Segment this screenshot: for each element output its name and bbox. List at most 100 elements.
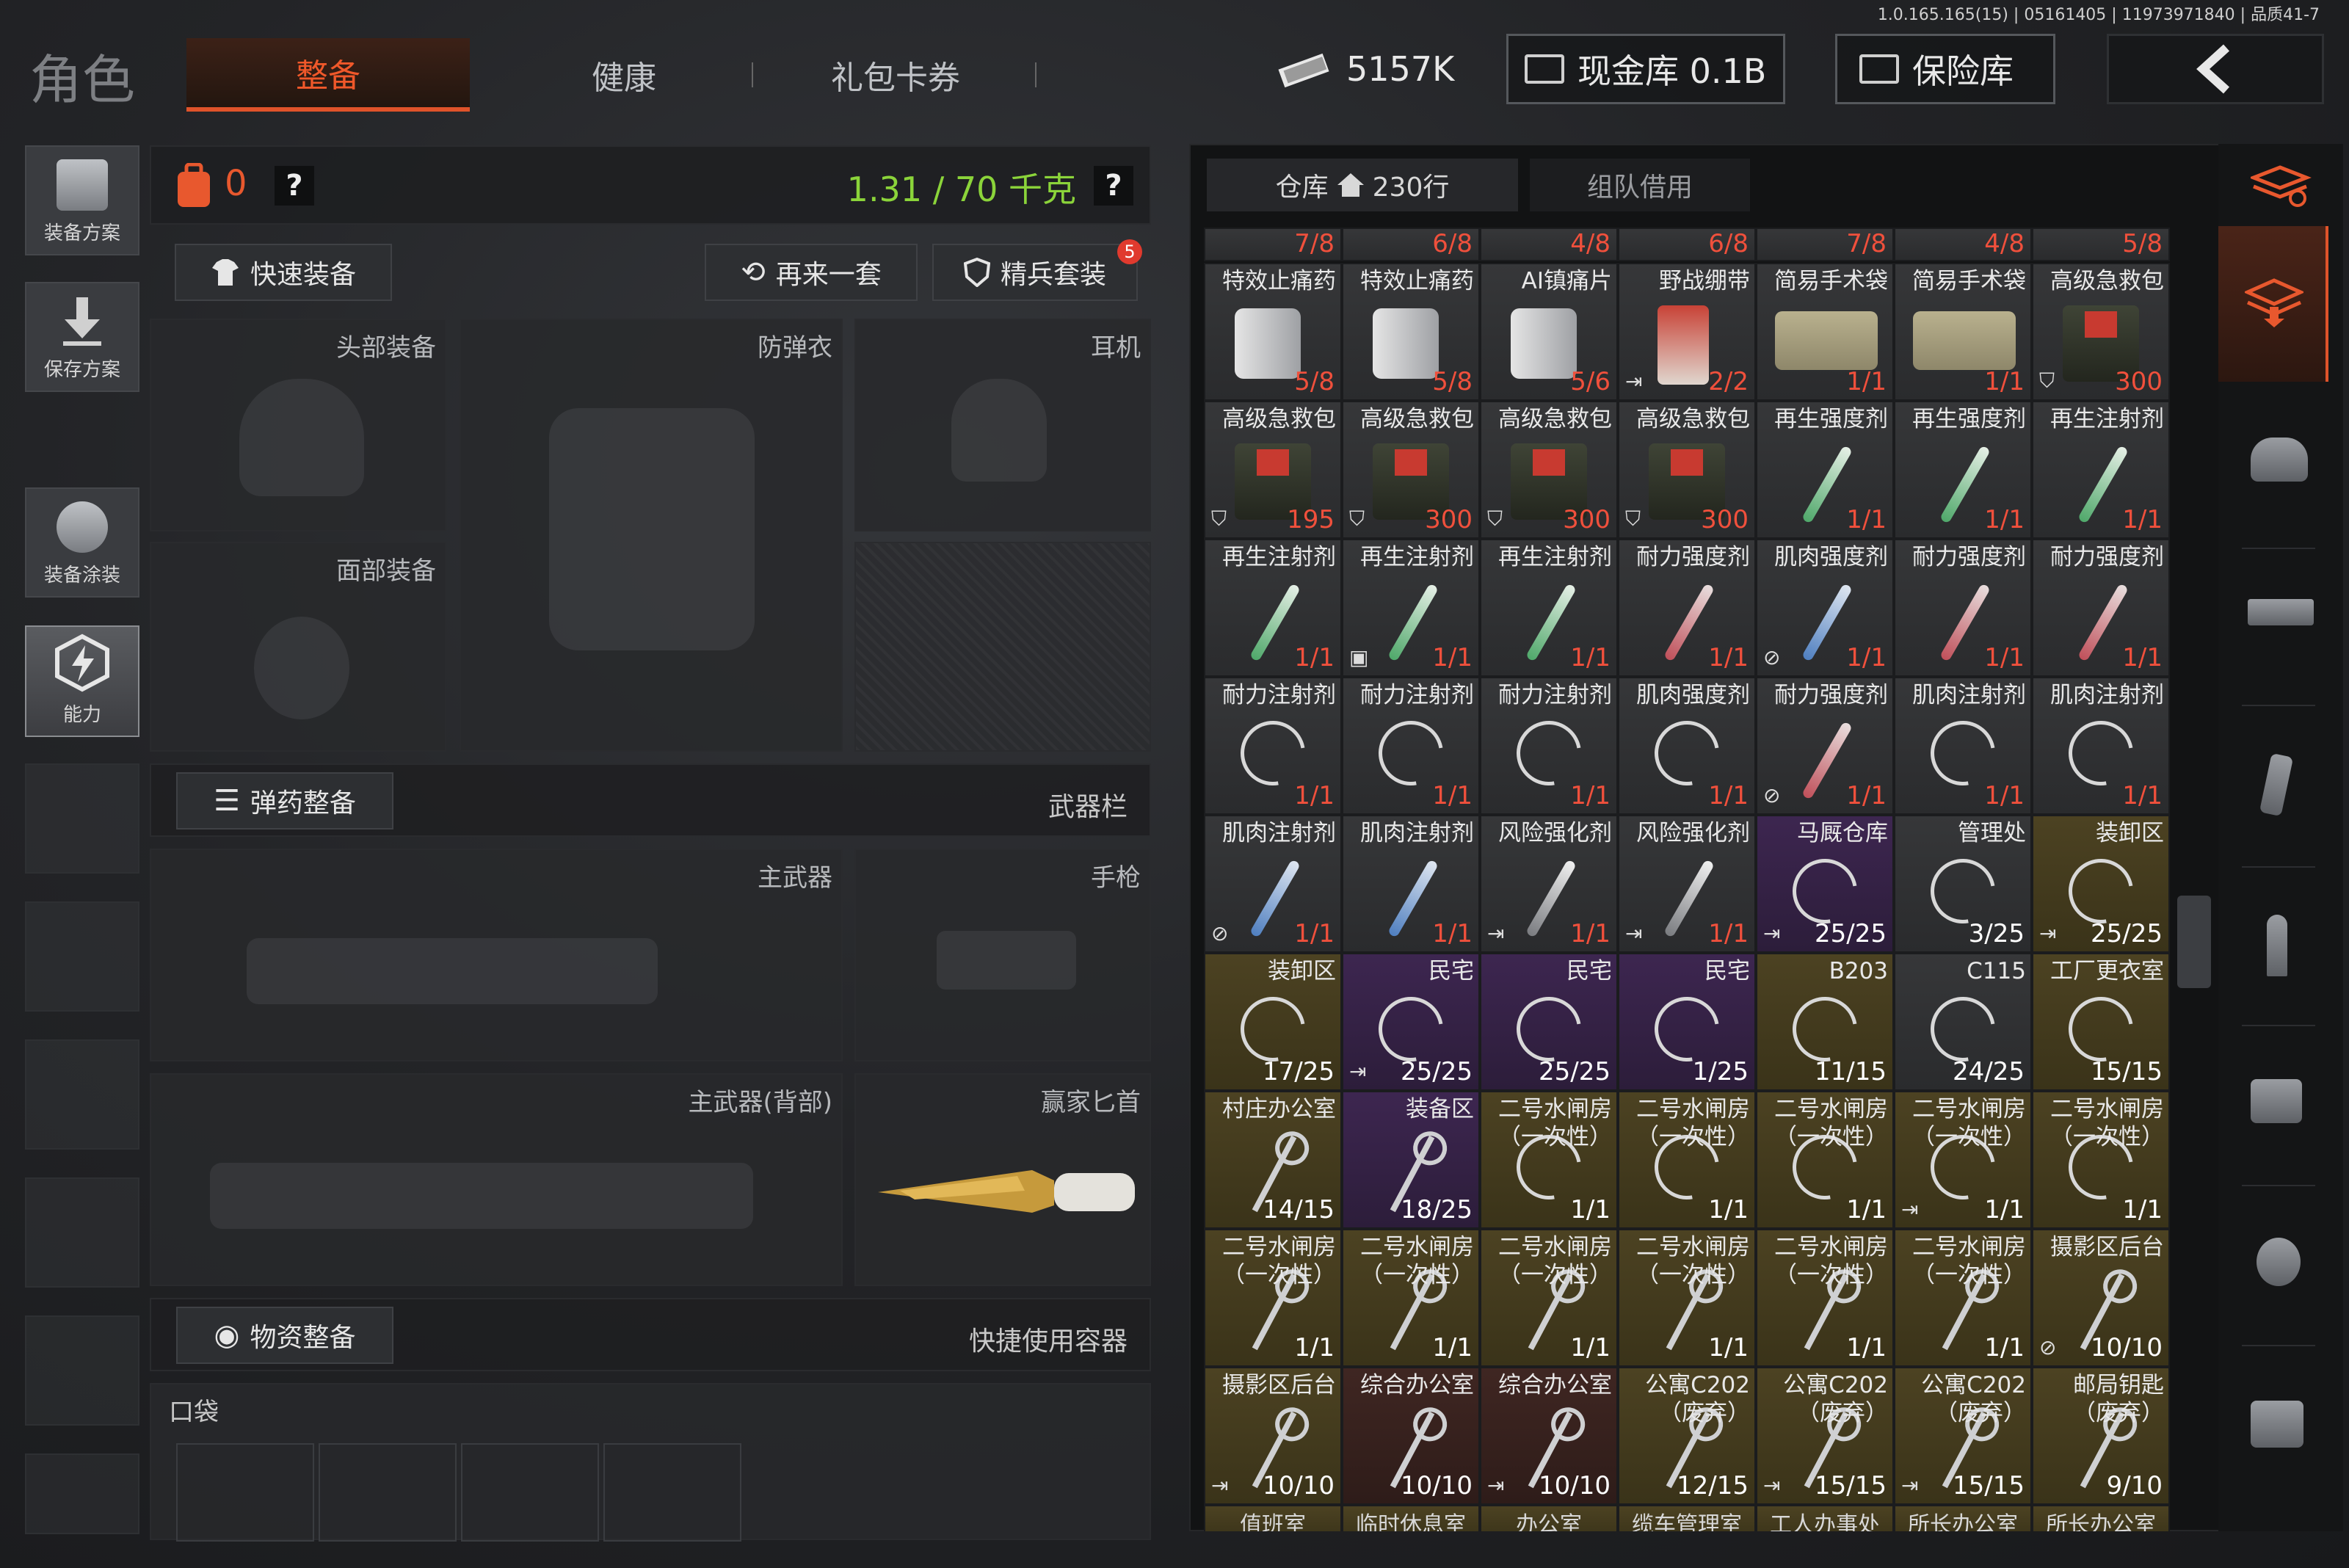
stack-refresh-icon[interactable]: [2251, 164, 2312, 208]
back-button[interactable]: [2107, 34, 2324, 104]
warehouse-item-cell[interactable]: 耐力强度剂 1/1: [1894, 539, 2032, 677]
warehouse-item-cell[interactable]: 肌肉注射剂 1/1: [1342, 815, 1480, 953]
warehouse-item-cell[interactable]: 装备区 18/25: [1342, 1091, 1480, 1229]
primary-back-slot[interactable]: 主武器(背部): [150, 1073, 843, 1286]
elite-set-button[interactable]: 精兵套装: [932, 244, 1138, 301]
cash-vault-button[interactable]: 现金库 0.1B: [1506, 34, 1785, 104]
helmet-icon[interactable]: [2251, 438, 2308, 482]
head-slot[interactable]: 头部装备: [150, 319, 446, 531]
sidebar-item-save-plan[interactable]: 保存方案: [25, 282, 139, 392]
warehouse-item-cell[interactable]: 二号水闸房（一次性） 1/1: [1480, 1091, 1618, 1229]
partial-cell[interactable]: 4/8: [1894, 228, 2032, 261]
warehouse-item-cell[interactable]: 再生注射剂 1/1: [2032, 401, 2170, 539]
partial-cell[interactable]: 6/8: [1618, 228, 1756, 261]
grenade-icon[interactable]: [2257, 1238, 2301, 1286]
warehouse-item-cell[interactable]: 高级急救包 300 ⛉: [1618, 401, 1756, 539]
warehouse-item-cell[interactable]: 综合办公室 10/10: [1342, 1367, 1480, 1505]
warehouse-item-cell[interactable]: 再生强度剂 1/1: [1756, 401, 1894, 539]
partial-cell[interactable]: 7/8: [1204, 228, 1342, 261]
face-slot[interactable]: 面部装备: [150, 542, 446, 752]
warehouse-item-cell[interactable]: 管理处 3/25: [1894, 815, 2032, 953]
warehouse-item-cell[interactable]: 肌肉强度剂 1/1 ⊘: [1756, 539, 1894, 677]
warehouse-item-cell[interactable]: 摄影区后台 10/10 ⇥: [1204, 1367, 1342, 1505]
partial-cell[interactable]: 7/8: [1756, 228, 1894, 261]
partial-cell[interactable]: 工人办事处: [1756, 1505, 1894, 1531]
warehouse-item-cell[interactable]: 二号水闸房（一次性） 1/1: [1756, 1229, 1894, 1367]
partial-cell[interactable]: 缆车管理室: [1618, 1505, 1756, 1531]
warehouse-item-cell[interactable]: 高级急救包 195 ⛉: [1204, 401, 1342, 539]
sidebar-item-loadout-plan[interactable]: 装备方案: [25, 145, 139, 255]
rifle-icon[interactable]: [2248, 599, 2314, 625]
tab-health[interactable]: 健康: [514, 38, 734, 112]
sidebar-item-ability[interactable]: 能力: [25, 625, 139, 737]
warehouse-item-cell[interactable]: 耐力注射剂 1/1: [1342, 677, 1480, 815]
warehouse-item-cell[interactable]: 高级急救包 300 ⛉: [1480, 401, 1618, 539]
pocket-slot[interactable]: [603, 1443, 741, 1542]
warehouse-item-cell[interactable]: 装卸区 17/25: [1204, 953, 1342, 1091]
pistol-slot[interactable]: 手枪: [854, 849, 1151, 1061]
warehouse-item-cell[interactable]: 民宅 25/25: [1480, 953, 1618, 1091]
warehouse-item-cell[interactable]: 二号水闸房（一次性） 1/1: [1618, 1229, 1756, 1367]
warehouse-item-cell[interactable]: 二号水闸房（一次性） 1/1: [2032, 1091, 2170, 1229]
tab-storage[interactable]: 仓库 230行: [1207, 159, 1518, 211]
category-all-selected[interactable]: [2218, 226, 2328, 382]
warehouse-item-cell[interactable]: 耐力强度剂 1/1 ⊘: [1756, 677, 1894, 815]
warehouse-item-cell[interactable]: C115 24/25: [1894, 953, 2032, 1091]
partial-cell[interactable]: 所长办公室: [1894, 1505, 2032, 1531]
warehouse-item-cell[interactable]: 耐力注射剂 1/1: [1480, 677, 1618, 815]
warehouse-item-cell[interactable]: 耐力强度剂 1/1: [1618, 539, 1756, 677]
again-set-button[interactable]: ⟲ 再来一套: [705, 244, 918, 301]
melee-slot[interactable]: 赢家匕首: [854, 1073, 1151, 1286]
warehouse-item-cell[interactable]: 特效止痛药 5/8: [1204, 263, 1342, 401]
warehouse-item-cell[interactable]: 二号水闸房（一次性） 1/1 ⇥: [1894, 1091, 2032, 1229]
container-icon[interactable]: [2251, 1401, 2303, 1448]
warehouse-item-cell[interactable]: 野战绷带 2/2 ⇥: [1618, 263, 1756, 401]
warehouse-item-cell[interactable]: 肌肉注射剂 1/1: [1894, 677, 2032, 815]
tab-team-borrow[interactable]: 组队借用: [1530, 159, 1750, 211]
warehouse-item-cell[interactable]: 民宅 25/25 ⇥: [1342, 953, 1480, 1091]
warehouse-item-cell[interactable]: 耐力注射剂 1/1: [1204, 677, 1342, 815]
warehouse-item-cell[interactable]: 再生注射剂 1/1: [1480, 539, 1618, 677]
warehouse-item-cell[interactable]: 公寓C202（废弃） 12/15: [1618, 1367, 1756, 1505]
warehouse-item-cell[interactable]: 二号水闸房（一次性） 1/1: [1618, 1091, 1756, 1229]
warehouse-scrollbar[interactable]: [2177, 896, 2211, 988]
magazine-icon[interactable]: [2259, 752, 2294, 817]
warehouse-item-cell[interactable]: 公寓C202（废弃） 15/15 ⇥: [1756, 1367, 1894, 1505]
warehouse-item-cell[interactable]: 肌肉强度剂 1/1: [1618, 677, 1756, 815]
partial-cell[interactable]: 所长办公室: [2032, 1505, 2170, 1531]
pocket-slot[interactable]: [319, 1443, 457, 1542]
warehouse-item-cell[interactable]: 公寓C202（废弃） 15/15 ⇥: [1894, 1367, 2032, 1505]
weight-help-button[interactable]: ?: [1094, 166, 1133, 206]
warehouse-item-cell[interactable]: 摄影区后台 10/10 ⊘: [2032, 1229, 2170, 1367]
primary-weapon-slot[interactable]: 主武器: [150, 849, 843, 1061]
warehouse-item-cell[interactable]: 再生强度剂 1/1: [1894, 401, 2032, 539]
warehouse-item-cell[interactable]: 肌肉注射剂 1/1: [2032, 677, 2170, 815]
partial-cell[interactable]: 临时休息室: [1342, 1505, 1480, 1531]
warehouse-item-cell[interactable]: 特效止痛药 5/8: [1342, 263, 1480, 401]
warehouse-item-cell[interactable]: 二号水闸房（一次性） 1/1: [1894, 1229, 2032, 1367]
warehouse-item-cell[interactable]: 村庄办公室 14/15: [1204, 1091, 1342, 1229]
warehouse-item-cell[interactable]: 工厂更衣室 15/15: [2032, 953, 2170, 1091]
armor-plate-icon[interactable]: [2251, 1079, 2302, 1123]
armor-slot[interactable]: 防弹衣: [460, 319, 843, 752]
headset-slot[interactable]: 耳机: [854, 319, 1151, 531]
partial-cell[interactable]: 5/8: [2032, 228, 2170, 261]
help-button[interactable]: ?: [275, 166, 314, 206]
quick-equip-button[interactable]: 快速装备: [175, 244, 392, 301]
warehouse-item-cell[interactable]: 马厩仓库 25/25 ⇥: [1756, 815, 1894, 953]
warehouse-item-cell[interactable]: 二号水闸房（一次性） 1/1: [1204, 1229, 1342, 1367]
bullet-icon[interactable]: [2267, 915, 2287, 976]
warehouse-item-cell[interactable]: 二号水闸房（一次性） 1/1: [1342, 1229, 1480, 1367]
warehouse-item-cell[interactable]: 邮局钥匙（废弃） 9/10: [2032, 1367, 2170, 1505]
sidebar-item-skin[interactable]: 装备涂装: [25, 487, 139, 598]
supply-loadout-button[interactable]: ◉ 物资整备: [176, 1307, 393, 1364]
warehouse-item-cell[interactable]: 耐力强度剂 1/1: [2032, 539, 2170, 677]
warehouse-item-cell[interactable]: 装卸区 25/25 ⇥: [2032, 815, 2170, 953]
warehouse-item-cell[interactable]: 综合办公室 10/10 ⇥: [1480, 1367, 1618, 1505]
tab-loadout[interactable]: 整备: [186, 38, 470, 112]
warehouse-item-cell[interactable]: 二号水闸房（一次性） 1/1: [1756, 1091, 1894, 1229]
warehouse-item-cell[interactable]: 民宅 1/25: [1618, 953, 1756, 1091]
warehouse-item-cell[interactable]: 简易手术袋 1/1: [1894, 263, 2032, 401]
warehouse-item-cell[interactable]: AI镇痛片 5/6: [1480, 263, 1618, 401]
warehouse-item-cell[interactable]: 简易手术袋 1/1: [1756, 263, 1894, 401]
